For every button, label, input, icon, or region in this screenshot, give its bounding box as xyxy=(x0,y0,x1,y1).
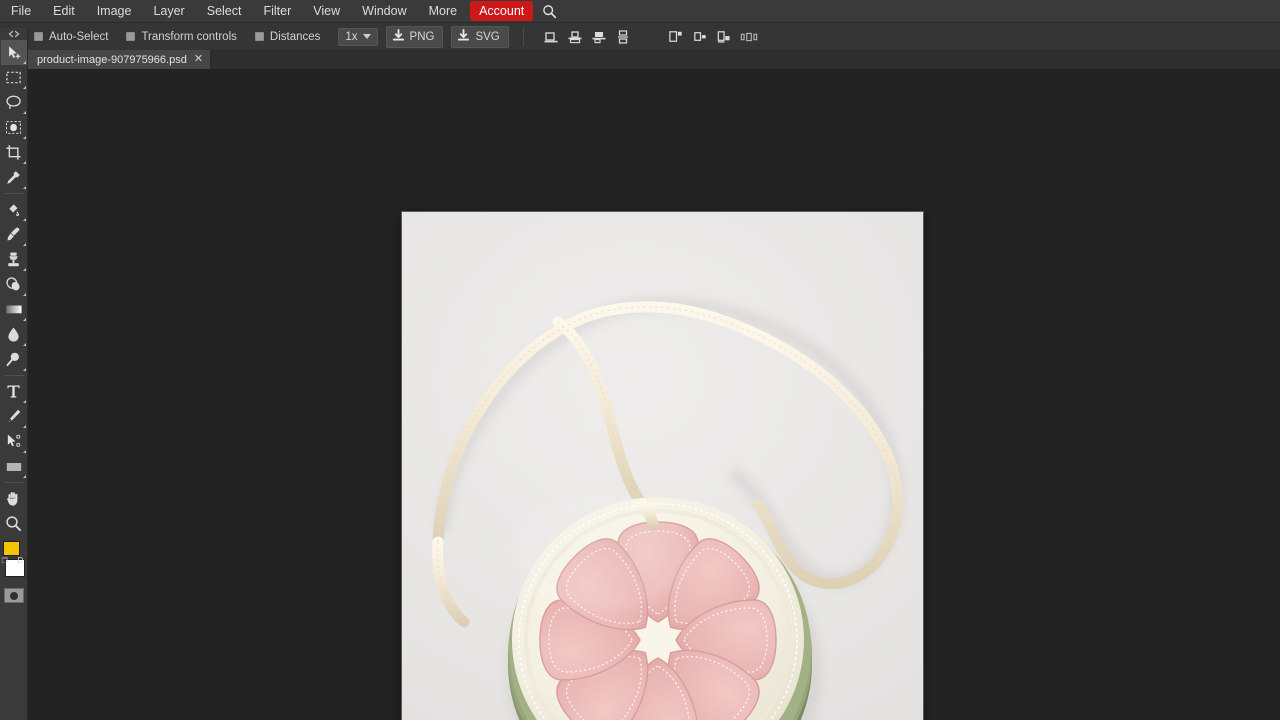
menu-more[interactable]: More xyxy=(419,0,467,22)
menu-view[interactable]: View xyxy=(303,0,350,22)
menu-window[interactable]: Window xyxy=(352,0,416,22)
image-canvas[interactable] xyxy=(402,212,923,720)
brush-tool[interactable] xyxy=(1,222,27,247)
distances-label: Distances xyxy=(270,31,321,43)
object-select-tool[interactable] xyxy=(1,115,27,140)
submenu-corner-icon xyxy=(23,475,26,478)
lasso-tool[interactable] xyxy=(1,90,27,115)
auto-select-checkbox[interactable]: Auto-Select xyxy=(34,31,108,43)
menu-file[interactable]: File xyxy=(1,0,41,22)
clone-stamp-tool[interactable] xyxy=(1,247,27,272)
submenu-corner-icon xyxy=(23,400,26,403)
document-tab[interactable]: product-image-907975966.psd ✕ xyxy=(28,50,211,69)
download-icon xyxy=(457,29,470,45)
submenu-corner-icon xyxy=(23,343,26,346)
align-vertical-center-icon[interactable] xyxy=(564,26,586,48)
distances-checkbox-box[interactable] xyxy=(255,32,264,41)
product-photo-artwork xyxy=(402,212,923,720)
swap-colors-icon[interactable]: ❐ xyxy=(2,557,8,565)
export-png-button[interactable]: PNG xyxy=(386,26,444,48)
product-photo xyxy=(402,212,923,720)
blur-tool[interactable] xyxy=(1,322,27,347)
healing-brush-tool[interactable] xyxy=(1,197,27,222)
submenu-corner-icon xyxy=(23,450,26,453)
app-root: File Edit Image Layer Select Filter View… xyxy=(0,0,1280,720)
marquee-tool[interactable] xyxy=(1,65,27,90)
options-bar: Auto-Select Transform controls Distances… xyxy=(0,23,1280,51)
foreground-color-swatch[interactable] xyxy=(3,541,20,556)
toolbar-divider xyxy=(4,193,24,194)
tools-panel: ❐ D xyxy=(0,28,28,720)
export-svg-label: SVG xyxy=(475,31,499,43)
submenu-corner-icon xyxy=(23,318,26,321)
submenu-corner-icon xyxy=(23,368,26,371)
align-left-icon[interactable] xyxy=(666,26,688,48)
menu-bar: File Edit Image Layer Select Filter View… xyxy=(0,0,1280,23)
zoom-level-value: 1x xyxy=(345,31,357,43)
export-png-label: PNG xyxy=(410,31,435,43)
toolbar-divider xyxy=(4,482,24,483)
crop-tool[interactable] xyxy=(1,140,27,165)
options-divider xyxy=(523,28,524,46)
canvas-workspace[interactable] xyxy=(28,70,1280,720)
menu-layer[interactable]: Layer xyxy=(143,0,194,22)
auto-select-checkbox-box[interactable] xyxy=(34,32,43,41)
download-icon xyxy=(392,29,405,45)
submenu-corner-icon xyxy=(23,61,26,64)
close-icon[interactable]: ✕ xyxy=(194,54,203,65)
color-swatches[interactable]: ❐ D xyxy=(1,541,27,581)
eraser-tool[interactable] xyxy=(1,272,27,297)
align-buttons-group xyxy=(540,26,634,48)
search-icon[interactable] xyxy=(542,4,557,19)
submenu-corner-icon xyxy=(23,86,26,89)
submenu-corner-icon xyxy=(23,161,26,164)
submenu-corner-icon xyxy=(23,136,26,139)
hand-tool[interactable] xyxy=(1,486,27,511)
distribute-horizontal-icon[interactable] xyxy=(738,26,760,48)
distribute-buttons-group xyxy=(666,26,760,48)
gradient-tool[interactable] xyxy=(1,297,27,322)
eyedropper-tool[interactable] xyxy=(1,165,27,190)
transform-controls-checkbox[interactable]: Transform controls xyxy=(126,31,236,43)
menu-image[interactable]: Image xyxy=(87,0,142,22)
transform-controls-label: Transform controls xyxy=(141,31,236,43)
submenu-corner-icon xyxy=(23,218,26,221)
toolbar-divider xyxy=(4,375,24,376)
submenu-corner-icon xyxy=(23,243,26,246)
move-tool[interactable] xyxy=(1,40,27,65)
align-horizontal-center-icon[interactable] xyxy=(690,26,712,48)
dodge-tool[interactable] xyxy=(1,347,27,372)
align-right-icon[interactable] xyxy=(714,26,736,48)
align-bottom-icon[interactable] xyxy=(540,26,562,48)
submenu-corner-icon xyxy=(23,111,26,114)
align-top-icon[interactable] xyxy=(588,26,610,48)
auto-select-label: Auto-Select xyxy=(49,31,108,43)
submenu-corner-icon xyxy=(23,268,26,271)
transform-controls-checkbox-box[interactable] xyxy=(126,32,135,41)
menu-filter[interactable]: Filter xyxy=(253,0,301,22)
menu-select[interactable]: Select xyxy=(197,0,252,22)
chevron-down-icon xyxy=(363,34,371,39)
path-select-tool[interactable] xyxy=(1,429,27,454)
default-colors-label[interactable]: D xyxy=(18,556,24,565)
submenu-corner-icon xyxy=(23,293,26,296)
submenu-corner-icon xyxy=(23,425,26,428)
account-button[interactable]: Account xyxy=(470,1,533,21)
zoom-level-dropdown[interactable]: 1x xyxy=(338,28,377,46)
zoom-tool[interactable] xyxy=(1,511,27,536)
document-tab-bar: product-image-907975966.psd ✕ xyxy=(28,51,1280,70)
document-tab-label: product-image-907975966.psd xyxy=(37,54,187,66)
toolbar-collapse-handle[interactable] xyxy=(0,28,28,40)
distribute-vertical-icon[interactable] xyxy=(612,26,634,48)
type-tool[interactable] xyxy=(1,379,27,404)
shape-tool[interactable] xyxy=(1,454,27,479)
distances-checkbox[interactable]: Distances xyxy=(255,31,321,43)
pen-tool[interactable] xyxy=(1,404,27,429)
export-svg-button[interactable]: SVG xyxy=(451,26,508,48)
menu-edit[interactable]: Edit xyxy=(43,0,85,22)
quick-mask-icon[interactable] xyxy=(4,588,24,603)
submenu-corner-icon xyxy=(23,186,26,189)
